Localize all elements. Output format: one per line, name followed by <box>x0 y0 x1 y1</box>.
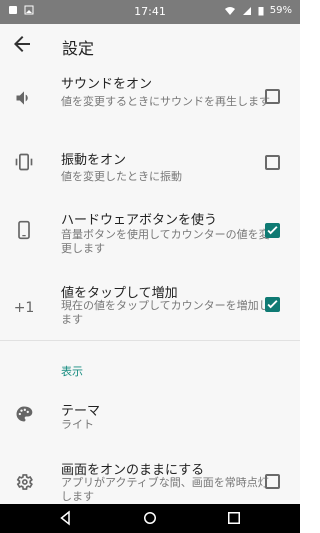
tap-increment-checkbox[interactable] <box>265 297 280 312</box>
battery-percent: 59% <box>269 5 292 16</box>
signal-icon <box>242 6 251 15</box>
checkmark-icon <box>267 300 278 309</box>
nav-home-icon[interactable] <box>141 509 159 527</box>
setting-tap-increment[interactable]: +1 値をタップして増加 現在の値をタップしてカウンターを増加します <box>0 279 300 354</box>
sound-checkbox[interactable] <box>265 89 280 104</box>
back-arrow-icon[interactable] <box>10 32 34 56</box>
phone-icon <box>14 220 34 240</box>
plus-one-icon: +1 <box>13 300 35 316</box>
setting-keep-screen-on-summary: アプリがアクティブな間、画面を常時点灯します <box>61 476 269 503</box>
setting-theme-title: テーマ <box>61 404 101 419</box>
vibration-icon <box>14 152 34 172</box>
setting-vibration[interactable]: 振動をオン 値を変更したときに振動 <box>0 139 300 203</box>
keep-screen-on-checkbox[interactable] <box>265 474 280 489</box>
screen: 17:41 59% 設定 サウンドをオン 値を変更するときにサウンドを再生します… <box>0 0 300 533</box>
app-bar: 設定 <box>0 24 300 64</box>
hardware-buttons-checkbox[interactable] <box>265 223 280 238</box>
setting-sound[interactable]: サウンドをオン 値を変更するときにサウンドを再生します <box>0 64 300 136</box>
setting-vibration-title: 振動をオン <box>61 153 127 168</box>
status-bar: 17:41 59% <box>0 0 300 24</box>
setting-vibration-summary: 値を変更したときに振動 <box>61 170 182 183</box>
setting-hardware-buttons[interactable]: ハードウェアボタンを使う 音量ボタンを使用してカウンターの値を変更します <box>0 204 300 278</box>
system-nav-bar <box>0 504 300 533</box>
vibration-checkbox[interactable] <box>265 155 280 170</box>
status-icons-right: 59% <box>224 5 292 16</box>
wifi-icon <box>224 6 235 15</box>
section-divider <box>0 340 300 341</box>
setting-theme-summary: ライト <box>61 418 94 431</box>
settings-list[interactable]: サウンドをオン 値を変更するときにサウンドを再生します 振動をオン 値を変更した… <box>0 64 300 504</box>
page-title: 設定 <box>62 39 95 58</box>
nav-back-icon[interactable] <box>57 509 75 527</box>
setting-hardware-buttons-summary: 音量ボタンを使用してカウンターの値を変更します <box>61 228 270 255</box>
setting-keep-screen-on[interactable]: 画面をオンのままにする アプリがアクティブな間、画面を常時点灯します <box>0 451 300 504</box>
checkmark-icon <box>267 226 278 235</box>
battery-icon <box>258 6 264 15</box>
setting-theme[interactable]: テーマ ライト <box>0 387 300 445</box>
setting-tap-increment-summary: 現在の値をタップしてカウンターを増加します <box>61 299 270 326</box>
settings-icon <box>14 472 34 492</box>
setting-hardware-buttons-title: ハードウェアボタンを使う <box>61 213 218 228</box>
setting-sound-summary: 値を変更するときにサウンドを再生します <box>61 95 270 108</box>
section-header-display: 表示 <box>61 365 83 378</box>
nav-recents-icon[interactable] <box>225 509 243 527</box>
setting-sound-title: サウンドをオン <box>61 77 153 92</box>
palette-icon <box>14 404 34 424</box>
volume-icon <box>14 88 34 108</box>
